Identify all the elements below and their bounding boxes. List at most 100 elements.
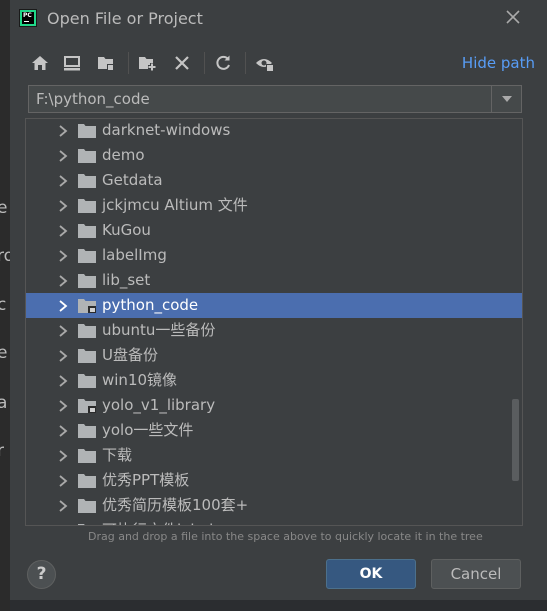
- project-directory-button[interactable]: [94, 51, 118, 75]
- tree-item[interactable]: lib_set: [26, 268, 522, 293]
- chevron-right-icon[interactable]: [57, 324, 69, 338]
- tree-item[interactable]: labelImg: [26, 243, 522, 268]
- tree-item[interactable]: KuGou: [26, 218, 522, 243]
- tree-item[interactable]: win10镜像: [26, 368, 522, 393]
- tree-item-label: 下载: [102, 446, 133, 464]
- tree-item-label: 优秀PPT模板: [102, 471, 190, 489]
- chevron-right-icon[interactable]: [57, 424, 69, 438]
- chevron-down-icon: [501, 96, 512, 102]
- folder-icon: [78, 399, 96, 413]
- folder-icon: [78, 524, 85, 525]
- tree-item-label: darknet-windows: [102, 121, 231, 139]
- chevron-right-icon[interactable]: [57, 224, 69, 238]
- tree-item[interactable]: 下载: [26, 443, 522, 468]
- refresh-icon: [216, 55, 230, 70]
- background-text: r: [0, 441, 4, 461]
- chevron-right-icon[interactable]: [57, 399, 69, 413]
- tree-item-label: python_code: [102, 296, 199, 314]
- folder-icon: [78, 149, 96, 163]
- folder-icon: [78, 274, 96, 288]
- delete-button[interactable]: [170, 51, 194, 75]
- open-file-dialog: PC Open File or Project Hide path F:\pyt…: [10, 0, 547, 600]
- chevron-right-icon[interactable]: [57, 474, 69, 488]
- show-hidden-icon: [256, 59, 274, 72]
- folder-icon: [78, 374, 96, 388]
- folder-icon: [78, 249, 96, 263]
- toolbar-separator: [204, 52, 205, 74]
- folder-icon: [78, 424, 96, 438]
- tree-item-label: ubuntu一些备份: [102, 321, 216, 339]
- background-text: ro: [0, 246, 10, 266]
- tree-item-label: demo: [102, 146, 145, 164]
- tree-item[interactable]: 可执行文件label: [26, 518, 522, 526]
- desktop-icon: [64, 56, 80, 71]
- new-folder-icon: [139, 57, 156, 71]
- help-button[interactable]: ?: [27, 560, 56, 589]
- close-icon: [506, 10, 520, 24]
- home-icon: [32, 56, 48, 70]
- file-tree[interactable]: darknet-windows demo Getdata jckjmcu Altium…: [25, 118, 523, 526]
- ok-button[interactable]: OK: [326, 559, 416, 589]
- tree-item[interactable]: ubuntu一些备份: [26, 318, 522, 343]
- folder-icon: [78, 124, 96, 138]
- project-directory-icon: [98, 57, 113, 70]
- cancel-button[interactable]: Cancel: [431, 559, 521, 589]
- chevron-right-icon[interactable]: [57, 374, 69, 388]
- folder-icon: [78, 174, 96, 188]
- show-hidden-button[interactable]: [253, 51, 277, 75]
- toolbar-separator: [128, 52, 129, 74]
- file-chooser-toolbar: Hide path: [28, 48, 538, 78]
- dialog-title: Open File or Project: [47, 9, 203, 28]
- chevron-right-icon[interactable]: [57, 149, 69, 163]
- home-button[interactable]: [28, 51, 52, 75]
- background-text: c: [0, 295, 7, 315]
- tree-item[interactable]: U盘备份: [26, 343, 522, 368]
- dialog-titlebar: PC Open File or Project: [10, 0, 547, 38]
- path-input[interactable]: [29, 86, 493, 112]
- close-button[interactable]: [503, 8, 523, 28]
- tree-item-label: labelImg: [102, 246, 167, 264]
- tree-item[interactable]: 优秀PPT模板: [26, 468, 522, 493]
- tree-item[interactable]: demo: [26, 143, 522, 168]
- pycharm-logo-icon: PC: [19, 9, 37, 27]
- folder-icon: [78, 474, 96, 488]
- folder-icon: [78, 224, 96, 238]
- tree-item[interactable]: yolo_v1_library: [26, 393, 522, 418]
- tree-item[interactable]: Getdata: [26, 168, 522, 193]
- refresh-button[interactable]: [211, 51, 235, 75]
- chevron-right-icon[interactable]: [57, 199, 69, 213]
- tree-scrollbar-thumb[interactable]: [512, 399, 519, 481]
- tree-item[interactable]: jckjmcu Altium 文件: [26, 193, 522, 218]
- toolbar-separator: [245, 52, 246, 74]
- path-dropdown-button[interactable]: [491, 86, 521, 112]
- tree-item[interactable]: python_code: [26, 293, 522, 318]
- hide-path-link[interactable]: Hide path: [462, 54, 535, 72]
- chevron-right-icon[interactable]: [57, 499, 69, 513]
- desktop-button[interactable]: [60, 51, 84, 75]
- path-combobox: [28, 85, 522, 113]
- tree-item[interactable]: 优秀简历模板100套+: [26, 493, 522, 518]
- tree-item-label: jckjmcu Altium 文件: [102, 196, 248, 214]
- tree-item-label: Getdata: [102, 171, 163, 189]
- folder-icon: [78, 199, 96, 213]
- chevron-right-icon[interactable]: [57, 174, 69, 188]
- tree-item[interactable]: yolo一些文件: [26, 418, 522, 443]
- chevron-right-icon[interactable]: [57, 299, 69, 313]
- drag-drop-hint: Drag and drop a file into the space abov…: [88, 530, 483, 543]
- folder-icon: [78, 324, 96, 338]
- chevron-right-icon[interactable]: [57, 249, 69, 263]
- delete-icon: [175, 56, 189, 70]
- chevron-right-icon[interactable]: [57, 124, 69, 138]
- new-folder-button[interactable]: [136, 51, 160, 75]
- tree-item[interactable]: darknet-windows: [26, 119, 522, 143]
- tree-item-label: yolo_v1_library: [102, 396, 216, 414]
- chevron-right-icon[interactable]: [57, 274, 69, 288]
- tree-item-label: 可执行文件label: [102, 521, 213, 525]
- chevron-right-icon[interactable]: [57, 524, 69, 526]
- logo-text: PC: [22, 12, 34, 24]
- chevron-right-icon[interactable]: [57, 449, 69, 463]
- background-ide-edge: e ro c e a r: [0, 0, 10, 611]
- chevron-right-icon[interactable]: [57, 349, 69, 363]
- tree-item-label: yolo一些文件: [102, 421, 194, 439]
- tree-item-label: win10镜像: [102, 371, 178, 389]
